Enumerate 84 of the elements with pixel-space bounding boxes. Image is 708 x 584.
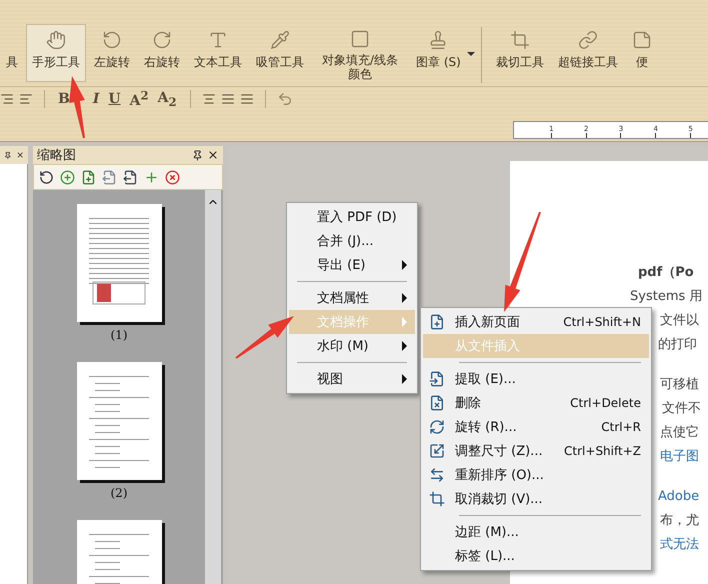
menu-item[interactable]: 文档属性 — [289, 286, 415, 310]
tool-button[interactable]: 具 — [0, 24, 24, 82]
distribute-icon[interactable] — [240, 92, 254, 106]
document-text: 可移植 — [660, 377, 700, 393]
align-left-icon[interactable] — [19, 92, 33, 106]
tool-button[interactable]: 便 — [626, 24, 658, 82]
add-icon[interactable] — [60, 170, 75, 184]
format-button[interactable]: I — [90, 91, 102, 107]
document-text: 电子图 — [660, 449, 700, 465]
eyedropper-icon — [270, 30, 290, 50]
document-text: 的打印 — [658, 337, 698, 353]
square-icon — [350, 29, 370, 49]
export-icon[interactable] — [123, 170, 138, 184]
tool-button[interactable]: 裁切工具 — [490, 24, 550, 82]
add-icon[interactable] — [144, 170, 159, 184]
file-x-icon — [429, 395, 445, 411]
menu-item[interactable]: 水印 (M) — [289, 334, 415, 358]
menu-item[interactable]: 插入新页面 Ctrl+Shift+N — [423, 310, 649, 334]
menu-item[interactable]: 标签 (L)... — [423, 544, 649, 568]
page-thumbnail[interactable] — [76, 204, 162, 322]
rotate-page-icon — [429, 419, 445, 435]
menu-item[interactable]: 取消裁切 (V)... — [423, 487, 649, 511]
pin-icon[interactable] — [192, 150, 203, 160]
delete-icon[interactable] — [165, 170, 180, 184]
tool-button[interactable]: 文本工具 — [188, 24, 248, 82]
menu-item[interactable]: 重新排序 (O)... — [423, 463, 649, 487]
tool-button[interactable]: 右旋转 — [138, 24, 186, 82]
undo-icon[interactable] — [276, 91, 293, 107]
page-thumbnail[interactable] — [76, 362, 162, 480]
document-text: 文件不 — [662, 401, 702, 417]
tool-button[interactable]: 对象填充/线条颜色 — [312, 24, 408, 82]
menu-item[interactable]: 置入 PDF (D) — [289, 205, 415, 229]
menu-item[interactable]: 导出 (E) — [289, 253, 415, 277]
document-text: Adobe — [658, 489, 700, 505]
menu-item[interactable]: 调整尺寸 (Z)... Ctrl+Shift+Z — [423, 439, 649, 463]
reorder-icon — [429, 467, 445, 483]
document-text: 文件以 — [660, 313, 700, 329]
format-button[interactable]: U — [106, 91, 123, 107]
document-text: Systems 用 — [630, 289, 704, 305]
menu-item[interactable]: 合并 (J)... — [289, 229, 415, 253]
document-text: 布，尤 — [660, 513, 700, 529]
justify-icon[interactable] — [220, 92, 235, 106]
arrow-annotation — [235, 316, 294, 359]
menu-item[interactable]: 旋转 (R)... Ctrl+R — [423, 415, 649, 439]
menu-item[interactable]: 提取 (E)... — [423, 367, 649, 391]
file-arrow-icon — [429, 371, 445, 387]
format-button[interactable]: A$^{2}$ — [128, 88, 151, 110]
crop-icon — [510, 30, 530, 50]
document-text: pdf（Po — [638, 265, 695, 281]
tool-button[interactable]: 超链接工具 — [552, 24, 624, 82]
text-icon — [208, 30, 228, 50]
resize-icon — [429, 443, 445, 459]
close-icon[interactable] — [207, 149, 219, 161]
format-button[interactable]: B — [56, 91, 72, 107]
menu-item[interactable]: 边距 (M)... — [423, 520, 649, 544]
file-plus-icon[interactable] — [81, 170, 96, 184]
align-right-icon[interactable] — [0, 92, 14, 106]
note-icon — [632, 30, 652, 50]
align-center-icon[interactable] — [202, 92, 216, 106]
caret-icon[interactable] — [466, 52, 475, 56]
tool-button[interactable]: 图章 (S) — [410, 24, 467, 82]
stamp-icon — [428, 30, 448, 50]
rotate-left-icon — [102, 30, 122, 50]
rotate-right-icon — [152, 30, 172, 50]
document-text: 式无法 — [660, 537, 700, 553]
arrow-annotation — [69, 76, 85, 138]
tool-button[interactable]: 左旋转 — [88, 24, 136, 82]
format-button[interactable]: A$_{2}$ — [156, 90, 179, 108]
menu-item[interactable]: 删除 Ctrl+Delete — [423, 391, 649, 415]
rotate-icon[interactable] — [39, 170, 54, 184]
document-text: 点使它 — [660, 425, 700, 441]
pin-icon[interactable] — [4, 150, 12, 160]
tool-button[interactable]: 手形工具 — [26, 24, 86, 82]
tool-button[interactable]: 吸管工具 — [250, 24, 310, 82]
hand-icon — [46, 30, 66, 50]
page-number: (2) — [110, 486, 128, 500]
file-plus-icon — [429, 314, 445, 330]
file-icon[interactable] — [102, 170, 117, 184]
menu-item[interactable]: 视图 — [289, 367, 415, 391]
crop-icon — [429, 491, 445, 507]
scrollbar[interactable] — [205, 190, 221, 584]
page-number: (1) — [110, 328, 128, 342]
link-icon — [578, 30, 598, 50]
panel-title: 缩略图 — [37, 147, 77, 164]
